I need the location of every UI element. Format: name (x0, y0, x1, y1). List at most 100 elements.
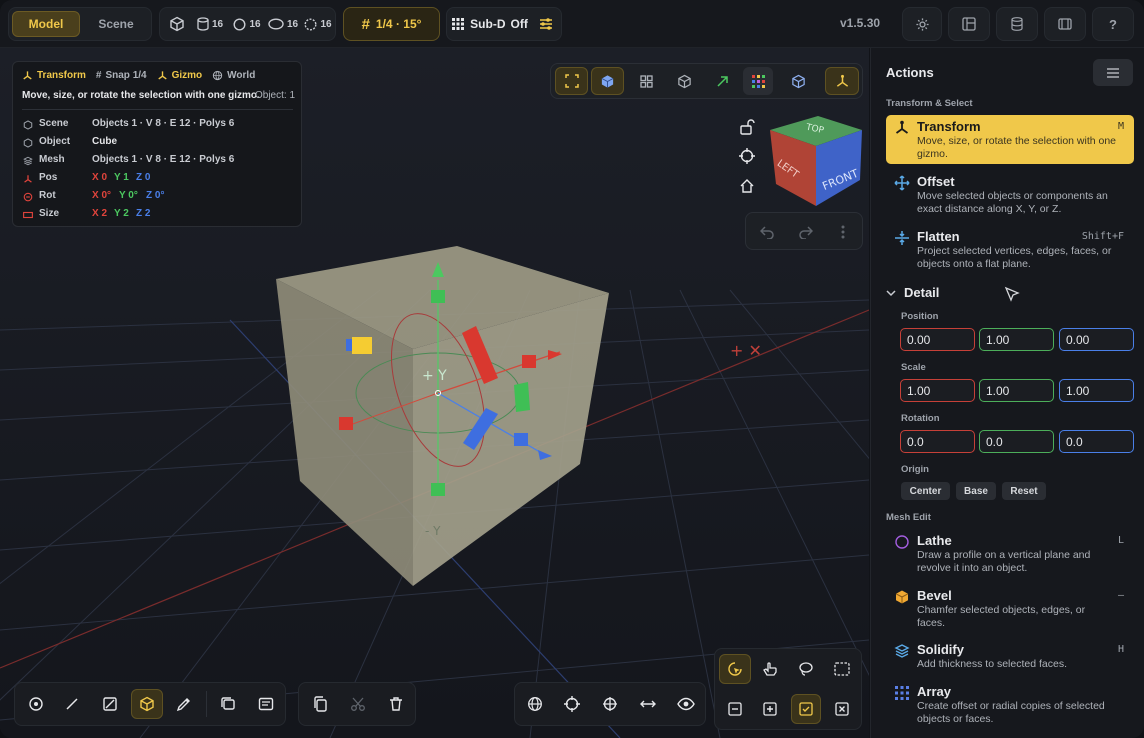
info-description: Move, size, or rotate the selection with… (22, 90, 260, 101)
film-icon (1045, 11, 1085, 37)
layout-button[interactable] (948, 7, 990, 41)
database-button[interactable] (996, 7, 1038, 41)
subd-group: Sub-D Off (446, 7, 562, 41)
paint-pen-icon[interactable] (169, 689, 199, 719)
select-hand-icon[interactable] (755, 654, 785, 684)
info-object-count: Object: 1 (255, 90, 296, 101)
edge-mode-icon[interactable] (57, 689, 87, 719)
tab-scene[interactable]: Scene (83, 11, 149, 37)
layers-stack-icon (894, 644, 910, 658)
pivot-icon[interactable] (595, 689, 625, 719)
more-vertical-icon[interactable] (828, 218, 858, 246)
quad-view-icon[interactable] (631, 67, 661, 95)
action-flatten[interactable]: Flatten Project selected vertices, edges… (886, 225, 1134, 273)
notes-icon[interactable] (251, 689, 281, 719)
list-icon (1107, 67, 1119, 78)
layout-icon (949, 11, 989, 37)
detail-header[interactable]: Detail (886, 285, 939, 300)
view-cube[interactable]: TOP LEFT FRONT (768, 114, 864, 208)
sliders-icon (540, 18, 552, 30)
action-transform[interactable]: Transform Move, size, or rotate the sele… (886, 115, 1134, 164)
lasso-icon[interactable] (791, 654, 821, 684)
vertex-mode-icon[interactable] (21, 689, 51, 719)
action-bevel[interactable]: Bevel Chamfer selected objects, edges, o… (886, 584, 1134, 632)
add-select-icon[interactable] (755, 694, 785, 724)
action-solidify[interactable]: Solidify Add thickness to selected faces… (886, 638, 1134, 678)
torus-count[interactable]: 16 (302, 11, 334, 37)
subd-toggle[interactable]: Sub-D Off (449, 11, 531, 37)
disc-count-label: 16 (286, 18, 299, 30)
scene-label: Scene (39, 118, 69, 129)
action-flatten-key: Shift+F (1081, 231, 1124, 242)
toolbar-divider (206, 691, 207, 717)
object-mode-icon[interactable] (131, 689, 163, 719)
film-button[interactable] (1044, 7, 1086, 41)
gizmo-axes-icon[interactable] (825, 67, 859, 95)
eye-icon[interactable] (671, 689, 701, 719)
position-y-input[interactable]: 1.00 (979, 328, 1054, 351)
panel-menu-button[interactable] (1093, 59, 1133, 86)
cube-icon[interactable] (164, 11, 190, 37)
color-grid-icon[interactable] (743, 67, 773, 95)
history-toolbar (745, 212, 863, 250)
action-lathe[interactable]: Lathe Draw a profile on a vertical plane… (886, 529, 1134, 577)
snap-button[interactable]: # 1/4 · 15° (343, 7, 440, 41)
box-select-icon[interactable] (827, 654, 857, 684)
action-array[interactable]: Array Create offset or radial copies of … (886, 680, 1134, 730)
action-solidify-title: Solidify (917, 642, 964, 657)
clear-select-icon[interactable] (827, 694, 857, 724)
position-x-input[interactable]: 0.00 (900, 328, 975, 351)
mode-switch: Model Scene (8, 7, 152, 41)
scale-label: Scale (901, 362, 926, 373)
face-mode-icon[interactable] (95, 689, 125, 719)
select-tap-icon[interactable] (719, 654, 751, 684)
sphere-count[interactable]: 16 (230, 11, 264, 37)
scale-z-input[interactable]: 1.00 (1059, 379, 1134, 402)
home-icon[interactable] (736, 175, 758, 197)
layers-icon[interactable] (213, 689, 243, 719)
subd-state: Off (510, 17, 528, 31)
arrow-up-right-icon[interactable] (707, 67, 737, 95)
disc-count[interactable]: 16 (264, 11, 302, 37)
scale-x-input[interactable]: 1.00 (900, 379, 975, 402)
undo-icon[interactable] (752, 218, 782, 246)
settings-button[interactable] (902, 7, 942, 41)
action-flatten-title: Flatten (917, 229, 960, 244)
copy-icon[interactable] (305, 689, 335, 719)
redo-icon[interactable] (790, 218, 820, 246)
target-icon[interactable] (557, 689, 587, 719)
tab-model[interactable]: Model (12, 11, 80, 37)
sphere-icon (233, 17, 246, 31)
wireframe-cube-icon[interactable] (669, 67, 699, 95)
crosshair-icon[interactable] (736, 145, 758, 167)
action-transform-desc: Move, size, or rotate the selection with… (917, 135, 1117, 160)
frame-selection-icon[interactable] (555, 67, 588, 95)
scale-y-input[interactable]: 1.00 (979, 379, 1054, 402)
mirror-arrows-icon[interactable] (633, 689, 663, 719)
globe-icon[interactable] (520, 689, 550, 719)
position-z-input[interactable]: 0.00 (1059, 328, 1134, 351)
chip-snap-label: Snap 1/4 (105, 70, 147, 81)
cylinder-count-label: 16 (211, 18, 224, 30)
solid-shading-icon[interactable] (591, 67, 624, 95)
object-cube-icon[interactable] (783, 67, 813, 95)
trash-icon[interactable] (381, 689, 411, 719)
subd-settings-button[interactable] (533, 11, 559, 37)
cylinder-count[interactable]: 16 (192, 11, 228, 37)
rotation-y-input[interactable]: 0.0 (979, 430, 1054, 453)
action-solidify-key: H (1117, 644, 1124, 655)
action-offset[interactable]: Offset Move selected objects or componen… (886, 170, 1134, 218)
replace-select-icon[interactable] (791, 694, 821, 724)
move-arrows-icon (894, 175, 910, 191)
info-chips: Transform # Snap 1/4 Gizmo World (22, 70, 255, 81)
origin-center-button[interactable]: Center (901, 482, 950, 500)
help-button[interactable]: ? (1092, 7, 1134, 41)
rotation-x-input[interactable]: 0.0 (900, 430, 975, 453)
scissors-icon[interactable] (343, 689, 373, 719)
rotation-icon (23, 192, 33, 202)
rotation-z-input[interactable]: 0.0 (1059, 430, 1134, 453)
lock-open-icon[interactable] (736, 116, 758, 138)
origin-reset-button[interactable]: Reset (1002, 482, 1046, 500)
subtract-select-icon[interactable] (719, 694, 751, 724)
origin-base-button[interactable]: Base (956, 482, 996, 500)
